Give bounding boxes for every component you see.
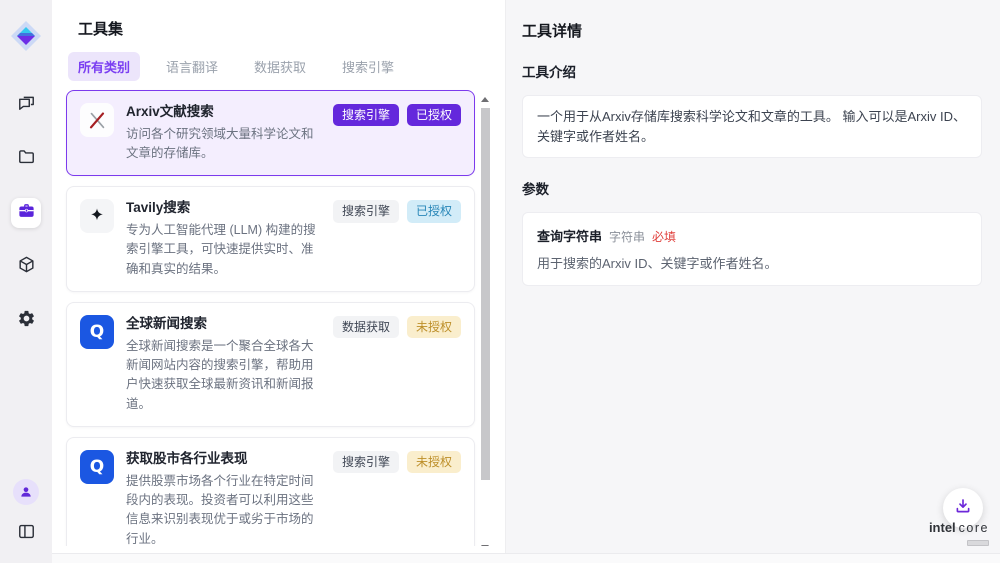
param-type: 字符串	[609, 228, 645, 245]
star-icon	[80, 199, 114, 233]
intro-heading: 工具介绍	[522, 61, 982, 81]
tool-name: 全球新闻搜索	[126, 315, 323, 333]
tool-description: 提供股票市场各个行业在特定时间段内的表现。投资者可以利用这些信息来识别表现优于或…	[126, 472, 323, 546]
param-head: 查询字符串 字符串 必填	[537, 226, 967, 245]
tab-category-1[interactable]: 语言翻译	[156, 52, 228, 81]
tool-body: 获取股市各行业表现 提供股票市场各个行业在特定时间段内的表现。投资者可以利用这些…	[126, 450, 323, 546]
tool-tags: 搜索引擎 已授权	[333, 200, 461, 222]
status-tag: 已授权	[407, 200, 461, 222]
intel-wordmark: intel	[929, 521, 956, 534]
briefcase-icon	[17, 201, 36, 225]
tab-category-0[interactable]: 所有类别	[68, 52, 140, 81]
tool-list: Arxiv文献搜索 访问各个研究领域大量科学论文和文章的存储库。 搜索引擎 已授…	[52, 89, 505, 546]
tab-category-3[interactable]: 搜索引擎	[332, 52, 404, 81]
tool-tags: 数据获取 未授权	[333, 316, 461, 338]
tool-description: 访问各个研究领域大量科学论文和文章的存储库。	[126, 125, 323, 164]
scrollbar[interactable]	[481, 101, 490, 544]
core-wordmark: core	[959, 522, 989, 535]
chat-icon	[17, 93, 36, 117]
category-tag: 数据获取	[333, 316, 399, 338]
param-required-badge: 必填	[652, 228, 676, 245]
tool-description: 全球新闻搜索是一个聚合全球各大新闻网站内容的搜索引擎，帮助用户快速获取全球最新资…	[126, 337, 323, 415]
scrollbar-thumb[interactable]	[481, 108, 490, 480]
tool-name: 获取股市各行业表现	[126, 450, 323, 468]
intro-text: 一个用于从Arxiv存储库搜索科学论文和文章的工具。 输入可以是Arxiv ID…	[537, 109, 966, 144]
tool-name: Arxiv文献搜索	[126, 103, 323, 121]
tool-card-0[interactable]: Arxiv文献搜索 访问各个研究领域大量科学论文和文章的存储库。 搜索引擎 已授…	[66, 90, 475, 176]
toolset-panel: 工具集 所有类别语言翻译数据获取搜索引擎 Arxiv文献搜索 访问各个研究领域大…	[52, 0, 505, 553]
tool-tags: 搜索引擎 已授权	[333, 104, 461, 126]
q-logo-icon: Q	[80, 450, 114, 484]
sidebar-item-package[interactable]	[11, 252, 41, 282]
tool-details-panel: 工具详情 工具介绍 一个用于从Arxiv存储库搜索科学论文和文章的工具。 输入可…	[505, 0, 1000, 553]
category-tag: 搜索引擎	[333, 104, 399, 126]
tool-card-2[interactable]: Q 全球新闻搜索 全球新闻搜索是一个聚合全球各大新闻网站内容的搜索引擎，帮助用户…	[66, 302, 475, 427]
sidebar-item-folder[interactable]	[11, 144, 41, 174]
sidebar-bottom	[0, 477, 52, 549]
category-tag: 搜索引擎	[333, 451, 399, 473]
panel-icon	[17, 522, 36, 546]
intel-badge	[967, 540, 989, 546]
param-card: 查询字符串 字符串 必填 用于搜索的Arxiv ID、关键字或作者姓名。	[522, 212, 982, 286]
param-desc: 用于搜索的Arxiv ID、关键字或作者姓名。	[537, 253, 967, 272]
scrollbar-down-arrow[interactable]	[481, 545, 489, 546]
package-icon	[17, 255, 36, 279]
details-title: 工具详情	[522, 20, 982, 41]
gear-icon	[17, 309, 36, 333]
toolset-title: 工具集	[52, 18, 505, 39]
status-tag: 未授权	[407, 316, 461, 338]
status-tag: 已授权	[407, 104, 461, 126]
tool-card-3[interactable]: Q 获取股市各行业表现 提供股票市场各个行业在特定时间段内的表现。投资者可以利用…	[66, 437, 475, 546]
sidebar-item-toolbox[interactable]	[11, 198, 41, 228]
sidebar-nav	[11, 90, 41, 336]
tool-card-1[interactable]: Tavily搜索 专为人工智能代理 (LLM) 构建的搜索引擎工具，可快速提供实…	[66, 186, 475, 292]
folder-icon	[17, 147, 36, 171]
panel-toggle-button[interactable]	[11, 519, 41, 549]
sidebar	[0, 0, 52, 563]
user-icon	[13, 479, 39, 505]
tool-description: 专为人工智能代理 (LLM) 构建的搜索引擎工具，可快速提供实时、准确和真实的结…	[126, 221, 323, 279]
tool-body: Arxiv文献搜索 访问各个研究领域大量科学论文和文章的存储库。	[126, 103, 323, 163]
app-logo-icon	[10, 20, 42, 52]
tool-body: Tavily搜索 专为人工智能代理 (LLM) 构建的搜索引擎工具，可快速提供实…	[126, 199, 323, 279]
user-avatar[interactable]	[11, 477, 41, 507]
status-tag: 未授权	[407, 451, 461, 473]
arxiv-icon	[80, 103, 114, 137]
tab-category-2[interactable]: 数据获取	[244, 52, 316, 81]
intro-card: 一个用于从Arxiv存储库搜索科学论文和文章的工具。 输入可以是Arxiv ID…	[522, 95, 982, 158]
tool-body: 全球新闻搜索 全球新闻搜索是一个聚合全球各大新闻网站内容的搜索引擎，帮助用户快速…	[126, 315, 323, 414]
app-window: 工具集 所有类别语言翻译数据获取搜索引擎 Arxiv文献搜索 访问各个研究领域大…	[0, 0, 1000, 563]
sidebar-item-chat[interactable]	[11, 90, 41, 120]
bottom-strip	[52, 553, 1000, 563]
tool-name: Tavily搜索	[126, 199, 323, 217]
q-logo-icon: Q	[80, 315, 114, 349]
sidebar-item-settings[interactable]	[11, 306, 41, 336]
download-icon	[954, 497, 972, 520]
param-name: 查询字符串	[537, 226, 602, 245]
params-heading: 参数	[522, 178, 982, 198]
tool-tags: 搜索引擎 未授权	[333, 451, 461, 473]
scrollbar-up-arrow[interactable]	[481, 97, 489, 102]
category-tag: 搜索引擎	[333, 200, 399, 222]
category-tabs: 所有类别语言翻译数据获取搜索引擎	[52, 53, 505, 79]
intel-core-logo: intel core	[929, 521, 989, 551]
